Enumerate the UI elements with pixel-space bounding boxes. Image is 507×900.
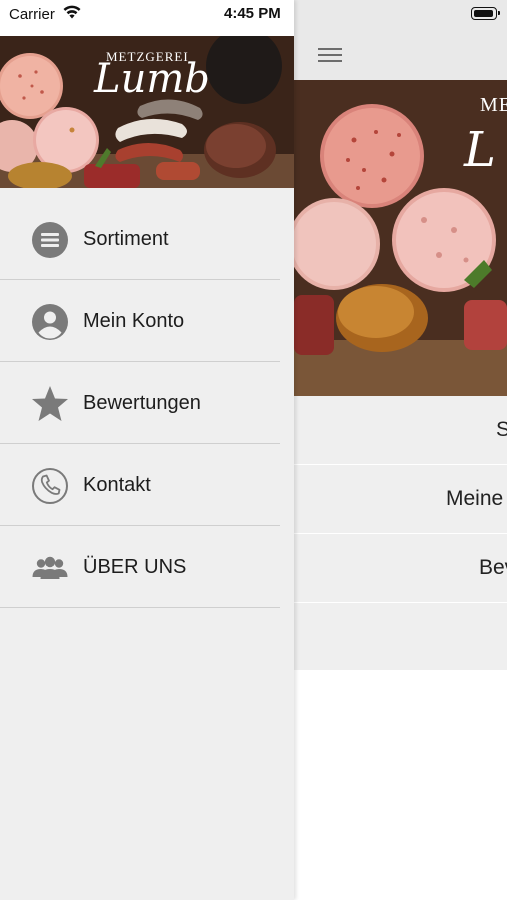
main-hero-image: ME L — [294, 80, 507, 396]
main-status-bar — [294, 0, 507, 36]
main-menu-item-label: Bev — [479, 556, 507, 579]
group-icon — [32, 556, 68, 579]
drawer-item-bewertungen[interactable]: Bewertungen — [0, 362, 280, 444]
phone-icon — [32, 468, 68, 504]
drawer-item-mein-konto[interactable]: Mein Konto — [0, 280, 280, 362]
drawer-item-label: Mein Konto — [83, 310, 185, 332]
account-icon — [32, 304, 68, 340]
drawer-item-kontakt[interactable]: Kontakt — [0, 444, 280, 526]
main-menu-item-label: S — [496, 418, 507, 441]
clock-time: 4:45 PM — [224, 5, 281, 22]
main-menu-list: S Meine Bev — [294, 396, 507, 671]
side-drawer: Carrier 4:45 PM METZGEREI Lumb Sortiment… — [0, 0, 294, 900]
hamburger-menu-icon[interactable] — [318, 45, 344, 65]
status-bar: Carrier 4:45 PM — [0, 0, 294, 36]
main-content-panel[interactable]: ME L S Meine Bev — [294, 0, 507, 900]
list-icon — [32, 222, 68, 258]
main-menu-item-empty — [294, 603, 507, 671]
app-screen: ME L S Meine Bev Carrier 4:45 PM — [0, 0, 507, 900]
drawer-header-image: METZGEREI Lumb — [0, 36, 294, 188]
main-brand-script-partial: L — [464, 122, 496, 178]
main-menu-item[interactable]: S — [294, 396, 507, 465]
main-menu-item[interactable]: Meine — [294, 465, 507, 534]
drawer-item-label: ÜBER UNS — [83, 556, 187, 578]
drawer-item-label: Sortiment — [83, 228, 169, 250]
drawer-item-label: Kontakt — [83, 474, 151, 496]
carrier-label: Carrier — [9, 6, 55, 23]
brand-logo-script: Lumb — [94, 56, 210, 102]
drawer-menu: Sortiment Mein Konto Bewertungen Kontakt… — [0, 198, 280, 608]
star-icon — [32, 386, 68, 421]
drawer-item-label: Bewertungen — [83, 392, 201, 414]
drawer-item-sortiment[interactable]: Sortiment — [0, 198, 280, 280]
main-menu-item[interactable]: Bev — [294, 534, 507, 603]
drawer-item-ueber-uns[interactable]: ÜBER UNS — [0, 526, 280, 608]
main-menu-item-label: Meine — [446, 487, 504, 510]
main-navigation-bar — [294, 36, 507, 80]
main-brand-text-partial: ME — [480, 94, 507, 116]
wifi-icon — [63, 5, 81, 19]
battery-icon — [471, 7, 500, 20]
